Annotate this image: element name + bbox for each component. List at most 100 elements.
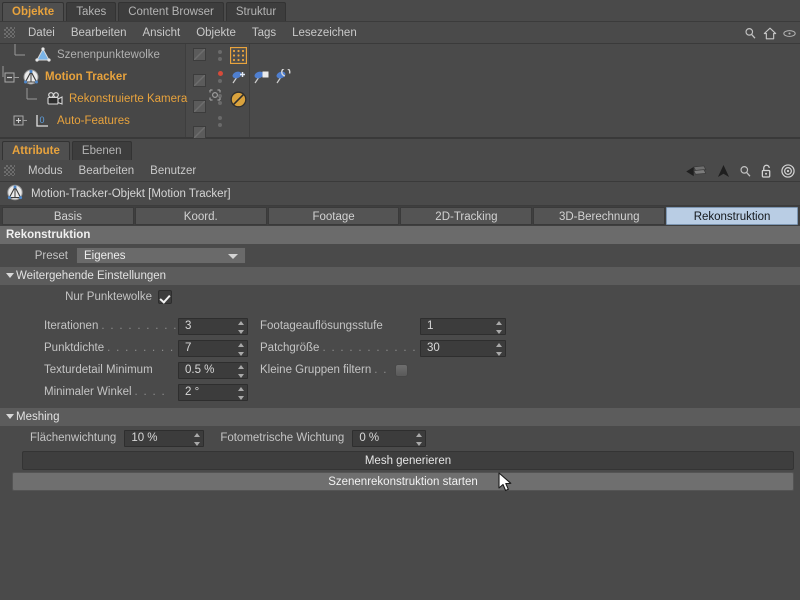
dot-leader: . . . . . . . . . . . . (322, 342, 420, 354)
tree-expander-plus[interactable] (12, 110, 34, 132)
menu-datei[interactable]: Datei (20, 22, 63, 44)
field-label: Texturdetail Minimum (44, 364, 153, 376)
menu-objekte[interactable]: Objekte (188, 22, 244, 44)
up-arrow-icon[interactable] (717, 164, 730, 178)
tree-row-motion-tracker[interactable]: Motion Tracker (0, 66, 800, 88)
szenenrekonstruktion-starten-button[interactable]: Szenenrekonstruktion starten (12, 472, 794, 491)
window-tab-struktur[interactable]: Struktur (225, 2, 287, 21)
section-header-rekonstruktion: Rekonstruktion (0, 226, 800, 244)
tab-rekonstruktion[interactable]: Rekonstruktion (666, 207, 798, 225)
footageaufloesungsstufe-input[interactable]: 1 (420, 317, 506, 335)
field-footageaufloesungsstufe: Footageauflösungsstufe 1 (256, 315, 506, 337)
attribute-manager-menubar: Modus Bearbeiten Benutzer (0, 160, 800, 182)
kleine-gruppen-filtern-checkbox[interactable] (394, 363, 408, 377)
window-tab-ebenen[interactable]: Ebenen (71, 141, 132, 160)
window-tab-objekte[interactable]: Objekte (2, 2, 65, 21)
menu-lesezeichen[interactable]: Lesezeichen (284, 22, 365, 44)
tab-basis[interactable]: Basis (2, 207, 134, 225)
minimaler-winkel-input[interactable]: 2 ° (178, 383, 248, 401)
menu-ansicht[interactable]: Ansicht (134, 22, 188, 44)
tree-row-rekonstruierte-kamera[interactable]: Rekonstruierte Kamera (0, 88, 800, 110)
preset-dropdown[interactable]: Eigenes (76, 247, 246, 264)
menubar-grip[interactable] (4, 27, 15, 38)
stepper-arrows[interactable] (236, 364, 245, 378)
menu-bearbeiten[interactable]: Bearbeiten (63, 22, 135, 44)
tree-row-auto-features[interactable]: 0 Auto-Features (0, 110, 800, 132)
tab-koord[interactable]: Koord. (134, 207, 267, 225)
tree-branch-icon (26, 88, 37, 100)
back-arrow-icon[interactable] (685, 165, 708, 178)
fotometrische-wichtung-label: Fotometrische Wichtung (220, 432, 345, 444)
field-value: 2 ° (185, 386, 200, 398)
field-minimaler-winkel: Minimaler Winkel . . . . 2 ° (0, 381, 256, 403)
flaechenwichtung-input[interactable]: 10 % (124, 429, 205, 447)
tree-label: Szenenpunktewolke (57, 49, 160, 61)
pointcloud-icon (34, 47, 52, 63)
svg-text:0: 0 (40, 115, 45, 125)
mesh-generieren-button[interactable]: Mesh generieren (22, 451, 794, 470)
stepper-arrows[interactable] (494, 342, 503, 356)
object-manager-menubar: Datei Bearbeiten Ansicht Objekte Tags Le… (0, 22, 800, 44)
tab-2d-tracking[interactable]: 2D-Tracking (400, 207, 533, 225)
window-tab-content-browser[interactable]: Content Browser (118, 2, 224, 21)
triangle-down-icon (6, 273, 14, 278)
attr-menubar-grip[interactable] (4, 165, 15, 176)
szenenrekonstruktion-wrap: Szenenrekonstruktion starten (0, 470, 800, 491)
tree-line (12, 44, 34, 66)
eye-icon[interactable] (783, 29, 796, 38)
window-tab-attribute[interactable]: Attribute (2, 141, 70, 160)
preset-value: Eigenes (84, 249, 126, 262)
point-cloud-only-label: Nur Punktewolke (65, 291, 152, 303)
tree-expander-minus[interactable] (0, 66, 22, 88)
fotometrische-wichtung-input[interactable]: 0 % (352, 429, 427, 447)
punktdichte-input[interactable]: 7 (178, 339, 248, 357)
motion-tracker-icon (6, 184, 24, 204)
tree-label: Rekonstruierte Kamera (69, 93, 188, 105)
tab-3d-berechnung[interactable]: 3D-Berechnung (533, 207, 666, 225)
preset-label: Preset (34, 249, 68, 262)
object-tree[interactable]: Szenenpunktewolke Motion Tracker Rekonst… (0, 44, 800, 139)
stepper-arrows[interactable] (236, 342, 245, 356)
window-tab-takes[interactable]: Takes (66, 2, 117, 21)
field-value: 0 % (359, 432, 380, 444)
minus-expander-icon[interactable] (0, 66, 22, 88)
group-header-meshing[interactable]: Meshing (0, 408, 800, 426)
field-label: Footageauflösungsstufe (260, 320, 383, 332)
patchgroesse-input[interactable]: 30 (420, 339, 506, 357)
triangle-down-icon (6, 414, 14, 419)
tab-footage[interactable]: Footage (267, 207, 400, 225)
mesh-generieren-wrap: Mesh generieren (0, 450, 800, 470)
stepper-arrows[interactable] (414, 432, 423, 446)
menu-modus[interactable]: Modus (20, 160, 71, 182)
lock-icon[interactable] (761, 164, 772, 178)
tree-branch-icon (14, 44, 25, 56)
search-icon[interactable] (739, 165, 752, 178)
tree-label: Auto-Features (57, 115, 130, 127)
group-header-weitergehende-einstellungen[interactable]: Weitergehende Einstellungen (0, 267, 800, 285)
menu-bearbeiten[interactable]: Bearbeiten (71, 160, 143, 182)
dot-leader: . . . . . . . . . . (107, 342, 178, 354)
menu-benutzer[interactable]: Benutzer (142, 160, 204, 182)
tree-row-szenenpunktewolke[interactable]: Szenenpunktewolke (0, 44, 800, 66)
object-manager-toolbar-icons (744, 22, 796, 44)
attribute-page-tabs: Basis Koord. Footage 2D-Tracking 3D-Bere… (0, 206, 800, 226)
point-cloud-only-checkbox[interactable] (158, 290, 172, 304)
search-icon[interactable] (744, 27, 757, 40)
field-value: 10 % (131, 432, 158, 444)
stepper-arrows[interactable] (236, 320, 245, 334)
plus-expander-icon[interactable] (12, 110, 34, 132)
field-kleine-gruppen-filtern: Kleine Gruppen filtern . . (256, 359, 506, 381)
target-icon[interactable] (781, 164, 795, 178)
menu-tags[interactable]: Tags (244, 22, 284, 44)
dot-leader: . . (374, 364, 388, 376)
tree-line (24, 88, 46, 110)
field-label: Iterationen (44, 320, 99, 332)
field-label: Patchgröße (260, 342, 320, 354)
stepper-arrows[interactable] (192, 432, 201, 446)
stepper-arrows[interactable] (494, 320, 503, 334)
iterationen-input[interactable]: 3 (178, 317, 248, 335)
field-value: 3 (185, 320, 192, 332)
stepper-arrows[interactable] (236, 386, 245, 400)
home-icon[interactable] (763, 27, 777, 40)
texturdetail-minimum-input[interactable]: 0.5 % (178, 361, 248, 379)
